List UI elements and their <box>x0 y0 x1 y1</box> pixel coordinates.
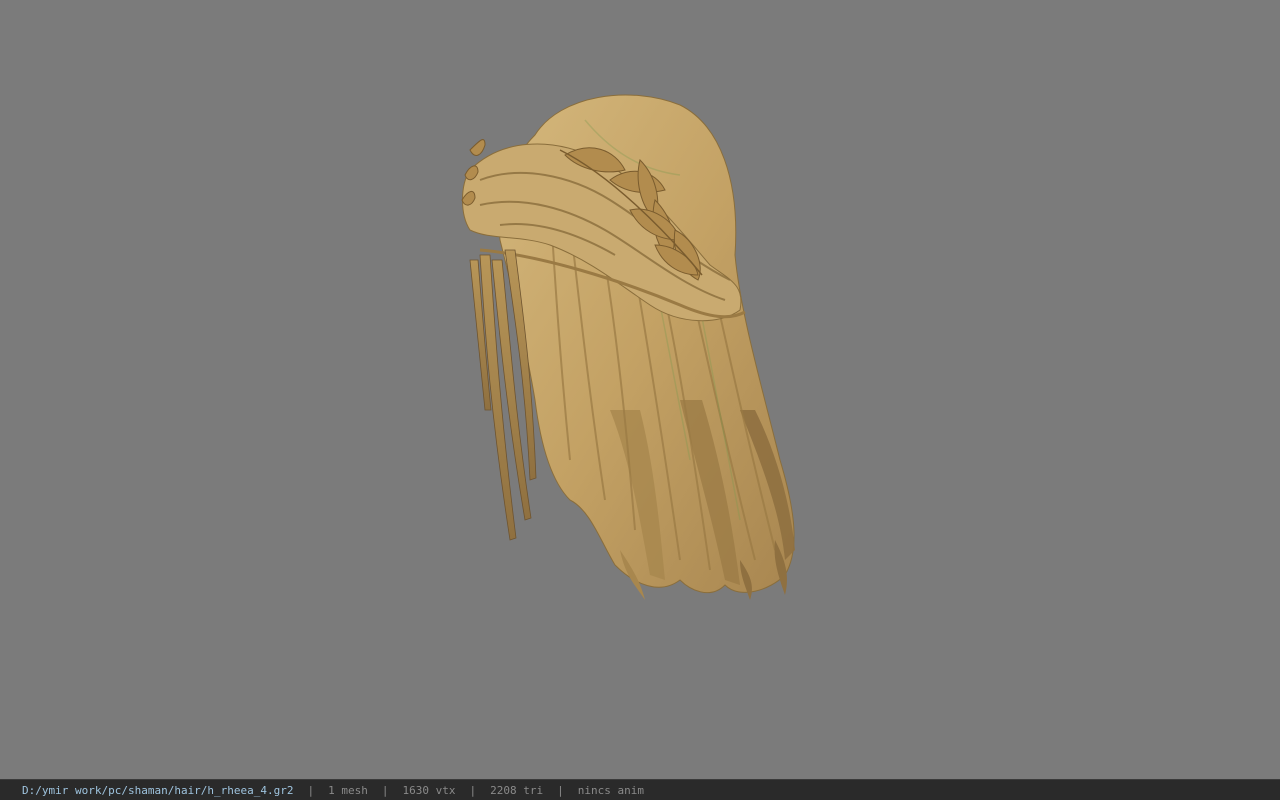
animation-status-label: nincs anim <box>577 783 644 797</box>
3d-viewport[interactable] <box>0 0 1280 779</box>
hair-mesh-render <box>461 94 795 600</box>
triangle-count-label: 2208 tri <box>490 783 544 797</box>
separator: | <box>469 783 477 797</box>
separator: | <box>307 783 315 797</box>
mesh-count-label: 1 mesh <box>328 783 368 797</box>
separator: | <box>381 783 389 797</box>
vertex-count-label: 1630 vtx <box>402 783 456 797</box>
status-bar: D:/ymir work/pc/shaman/hair/h_rheea_4.gr… <box>0 779 1280 800</box>
separator: | <box>557 783 564 797</box>
file-path-label: D:/ymir work/pc/shaman/hair/h_rheea_4.gr… <box>22 783 294 797</box>
